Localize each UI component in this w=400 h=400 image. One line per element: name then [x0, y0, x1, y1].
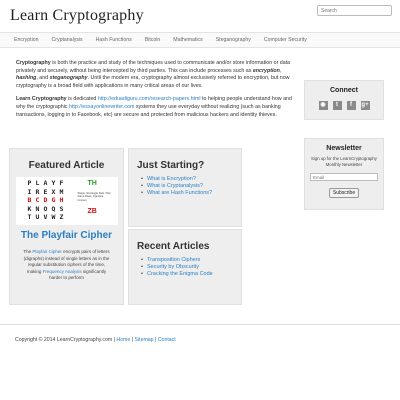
subscribe-button[interactable]: Subscribe — [328, 188, 360, 198]
grid-letter: F — [59, 179, 64, 187]
footer-separator: | — [131, 337, 134, 343]
grid-letter: Z — [59, 213, 64, 221]
recent-articles-links: Transposition Ciphers Security by Obscur… — [141, 257, 241, 279]
site-title[interactable]: Learn Cryptography — [10, 7, 144, 25]
search-input[interactable] — [317, 5, 392, 16]
recent-articles-box: Recent Articles Transposition Ciphers Se… — [128, 229, 242, 305]
footer-home-link[interactable]: Home — [116, 337, 130, 343]
grid-letter: G — [51, 196, 56, 204]
intro-em-hashing: hashing — [16, 75, 37, 82]
featured-title-link[interactable]: The Playfair Cipher — [10, 230, 123, 241]
connect-box: Connect ◉ t f g+ — [304, 80, 384, 120]
grid-letter: U — [35, 213, 40, 221]
grid-letter: B — [27, 196, 32, 204]
grid-letter: Q — [51, 204, 56, 213]
newsletter-title: Newsletter — [326, 145, 362, 152]
grid-letter: I — [27, 187, 32, 196]
intro-em-steganography: steganography — [49, 75, 88, 82]
grid-letter: K — [27, 204, 32, 213]
nav-computer-security[interactable]: Computer Security — [264, 33, 307, 47]
social-icons: ◉ t f g+ — [305, 101, 383, 110]
nav-mathematics[interactable]: Mathematics — [173, 33, 202, 47]
link-cracking-enigma[interactable]: Cracking the Enigma Code — [141, 271, 241, 278]
grid-letter: V — [43, 213, 48, 221]
grid-letter: O — [43, 204, 48, 213]
just-starting-heading: Just Starting? — [137, 160, 205, 171]
connect-title: Connect — [330, 87, 358, 94]
grid-letter: L — [35, 179, 40, 187]
just-starting-box: Just Starting? What is Encryption? What … — [128, 148, 242, 227]
intro-em-encryption: encryption — [252, 67, 280, 74]
main-nav: Encryption Cryptanalysis Hash Functions … — [0, 32, 400, 48]
copyright: Copyright © 2014 LearnCryptography.com | — [15, 337, 115, 343]
featured-heading: Featured Article — [28, 160, 105, 171]
grid-letter: C — [35, 196, 40, 204]
featured-description: The Playfair Cipher encrypts pairs of le… — [21, 249, 112, 282]
grid-letter: S — [59, 204, 64, 213]
twitter-icon[interactable]: t — [332, 101, 342, 110]
email-field[interactable] — [310, 173, 378, 181]
playfair-cipher-link[interactable]: Playfair Cipher — [32, 249, 62, 254]
nav-hash-functions[interactable]: Hash Functions — [96, 33, 132, 47]
link-transposition-ciphers[interactable]: Transposition Ciphers — [141, 257, 241, 264]
intro-paragraph-2: Learn Cryptography is dedicated http://e… — [16, 96, 298, 119]
grid-letter: T — [27, 213, 32, 221]
playfair-image[interactable]: P L A Y F I R E X M B C D G H K N O Q S … — [15, 177, 118, 225]
just-starting-links: What is Encryption? What is Cryptanalysi… — [141, 176, 241, 198]
grid-letter: R — [35, 187, 40, 196]
digraph-cipher: ZB — [87, 208, 97, 215]
link-what-are-hash-functions[interactable]: What are Hash Functions? — [141, 190, 241, 197]
grid-letter: N — [35, 204, 40, 213]
link-what-is-encryption[interactable]: What is Encryption? — [141, 176, 241, 183]
grid-letter: P — [27, 179, 32, 187]
facebook-icon[interactable]: f — [346, 101, 356, 110]
intro-term-cryptography: Cryptography — [16, 60, 51, 66]
intro-sep-1: , — [279, 67, 282, 74]
intro-link-1[interactable]: http://eduadiguru.com/research-papers.ht… — [98, 96, 201, 102]
intro-link-2[interactable]: http://essayonlinewriter.com — [69, 104, 134, 110]
footer-text: Copyright © 2014 LearnCryptography.com |… — [15, 337, 176, 343]
grid-letter: A — [43, 179, 48, 187]
footer-sitemap-link[interactable]: Sitemap — [135, 337, 154, 343]
newsletter-description: Sign up for the LearnCryptography Monthl… — [311, 156, 377, 167]
recent-articles-heading: Recent Articles — [137, 241, 210, 252]
footer-contact-link[interactable]: Contact — [158, 337, 176, 343]
grid-letter: D — [43, 196, 48, 204]
nav-bitcoin[interactable]: Bitcoin — [145, 33, 161, 47]
link-security-by-obscurity[interactable]: Security by Obscurity — [141, 264, 241, 271]
intro-sep-2: , and — [36, 75, 50, 82]
grid-letter: W — [51, 213, 56, 221]
rss-icon[interactable]: ◉ — [318, 101, 328, 110]
intro-text-1a: is both the practice and study of the te… — [16, 60, 291, 74]
featured-article-box: Featured Article P L A Y F I R E X M B C… — [9, 148, 124, 305]
footer-separator: | — [155, 337, 157, 343]
grid-letter: X — [51, 187, 56, 196]
playfair-rule-note: Shape: Rectangle Rule: Pick Same Rows, O… — [77, 192, 111, 202]
grid-letter: E — [43, 187, 48, 196]
footer: Copyright © 2014 LearnCryptography.com |… — [0, 324, 400, 343]
intro-text: Cryptography is both the practice and st… — [16, 60, 298, 125]
link-what-is-cryptanalysis[interactable]: What is Cryptanalysis? — [141, 183, 241, 190]
digraph-plain: TH — [87, 180, 97, 187]
intro-text-2a: is dedicated — [66, 96, 98, 103]
google-plus-icon[interactable]: g+ — [360, 101, 370, 110]
playfair-grid: P L A Y F I R E X M B C D G H K N O Q S … — [26, 179, 66, 222]
nav-encryption[interactable]: Encryption — [14, 33, 39, 47]
grid-letter: Y — [51, 179, 56, 187]
newsletter-box: Newsletter Sign up for the LearnCryptogr… — [304, 138, 384, 210]
frequency-analysis-link[interactable]: Frequency Analysis — [43, 269, 82, 274]
intro-paragraph-1: Cryptography is both the practice and st… — [16, 60, 298, 90]
nav-cryptanalysis[interactable]: Cryptanalysis — [52, 33, 83, 47]
nav-steganography[interactable]: Steganography — [216, 33, 251, 47]
grid-letter: M — [59, 187, 64, 196]
grid-letter: H — [59, 196, 64, 204]
intro-term-learn-cryptography: Learn Cryptography — [16, 96, 67, 103]
featured-desc-pre: The — [23, 249, 33, 254]
